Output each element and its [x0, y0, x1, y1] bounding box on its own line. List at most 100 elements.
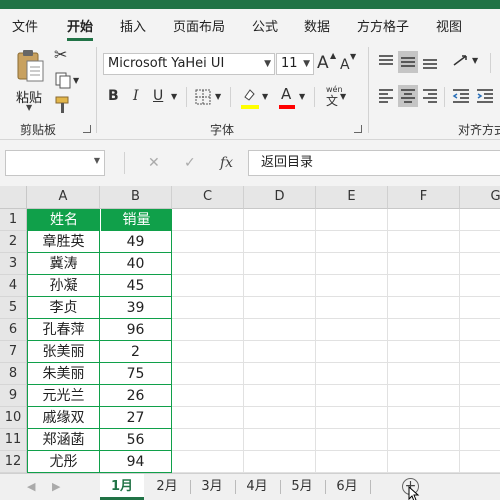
chevron-down-icon[interactable]: ▼: [171, 93, 177, 101]
table-cell-name[interactable]: 冀涛: [28, 253, 99, 275]
column-header-c[interactable]: C: [172, 186, 244, 209]
column-header-e[interactable]: E: [316, 186, 388, 209]
row-header[interactable]: 6: [0, 319, 27, 341]
increase-indent-icon[interactable]: [476, 88, 494, 104]
tab-insert[interactable]: 插入: [120, 16, 146, 35]
table-cell-name[interactable]: 孔春萍: [28, 319, 99, 341]
table-cell-sales[interactable]: 75: [100, 363, 171, 385]
top-align-icon[interactable]: [378, 54, 394, 70]
sheet-tab-apr[interactable]: 4月: [235, 474, 279, 500]
enter-icon[interactable]: ✓: [184, 156, 196, 170]
table-cell-name[interactable]: 郑涵菡: [28, 429, 99, 451]
center-align-icon[interactable]: [400, 88, 416, 104]
table-header-sales[interactable]: 销量: [100, 209, 172, 231]
tab-page-layout[interactable]: 页面布局: [173, 16, 225, 35]
chevron-down-icon: ▼: [303, 59, 310, 69]
bold-button[interactable]: B: [108, 89, 119, 103]
row-header[interactable]: 11: [0, 429, 27, 451]
tab-formulas[interactable]: 公式: [252, 16, 278, 35]
table-cell-sales[interactable]: 45: [100, 275, 171, 297]
table-cell-name[interactable]: 孙凝: [28, 275, 99, 297]
formula-input[interactable]: 返回目录: [248, 150, 500, 176]
table-cell-sales[interactable]: 40: [100, 253, 171, 275]
row-header[interactable]: 12: [0, 451, 27, 473]
bottom-align-icon[interactable]: [422, 54, 438, 70]
grow-font-icon[interactable]: A: [317, 55, 329, 72]
row-header[interactable]: 7: [0, 341, 27, 363]
row-header[interactable]: 4: [0, 275, 27, 297]
shrink-font-icon[interactable]: A: [340, 58, 350, 72]
font-name-select[interactable]: Microsoft YaHei UI ▼: [103, 53, 275, 75]
sheet-tab-feb[interactable]: 2月: [145, 474, 189, 500]
table-cell-sales[interactable]: 49: [100, 231, 171, 253]
chevron-down-icon[interactable]: ▼: [215, 93, 221, 101]
insert-function-icon[interactable]: fx: [220, 156, 233, 170]
tab-fangfang[interactable]: 方方格子: [357, 16, 409, 35]
font-color-icon[interactable]: A: [281, 87, 291, 102]
sheet-tab-may[interactable]: 5月: [280, 474, 324, 500]
row-header[interactable]: 5: [0, 297, 27, 319]
tab-data[interactable]: 数据: [304, 16, 330, 35]
sheet-tab-jan[interactable]: 1月: [100, 474, 144, 500]
font-size-select[interactable]: 11 ▼: [276, 53, 314, 75]
sheet-tab-jun[interactable]: 6月: [325, 474, 369, 500]
table-cell-name[interactable]: 朱美丽: [28, 363, 99, 385]
chevron-down-icon[interactable]: ▼: [472, 57, 478, 65]
chevron-down-icon[interactable]: ▼: [262, 93, 268, 101]
column-header-d[interactable]: D: [244, 186, 316, 209]
row-header[interactable]: 10: [0, 407, 27, 429]
font-launcher-icon[interactable]: [354, 125, 362, 133]
table-cell-name[interactable]: 李贞: [28, 297, 99, 319]
select-all-corner[interactable]: [0, 186, 27, 209]
row-header[interactable]: 8: [0, 363, 27, 385]
middle-align-icon[interactable]: [400, 54, 416, 70]
table-cell-name[interactable]: 元光兰: [28, 385, 99, 407]
table-cell-sales[interactable]: 27: [100, 407, 171, 429]
table-cell-sales[interactable]: 26: [100, 385, 171, 407]
italic-button[interactable]: I: [133, 89, 139, 103]
cut-icon[interactable]: ✂: [54, 47, 67, 63]
table-header-name[interactable]: 姓名: [28, 209, 100, 231]
table-cell-sales[interactable]: 39: [100, 297, 171, 319]
row-header[interactable]: 3: [0, 253, 27, 275]
table-cell-sales[interactable]: 96: [100, 319, 171, 341]
column-header-b[interactable]: B: [100, 186, 172, 209]
right-align-icon[interactable]: [422, 88, 438, 104]
cancel-icon[interactable]: ✕: [148, 156, 160, 170]
chevron-down-icon[interactable]: ▼: [299, 93, 305, 101]
left-align-icon[interactable]: [378, 88, 394, 104]
table-cell-sales[interactable]: 94: [100, 451, 171, 473]
tab-view[interactable]: 视图: [436, 16, 462, 35]
sheet-tab-mar[interactable]: 3月: [190, 474, 234, 500]
orientation-icon[interactable]: [452, 53, 470, 69]
borders-icon[interactable]: [195, 89, 211, 105]
table-cell-name[interactable]: 戚缘双: [28, 407, 99, 429]
row-header[interactable]: 1: [0, 209, 27, 231]
highlight-color-icon[interactable]: [241, 87, 259, 105]
tab-home[interactable]: 开始: [67, 16, 93, 35]
column-header-a[interactable]: A: [27, 186, 100, 209]
table-cell-name[interactable]: 尤彤: [28, 451, 99, 473]
underline-button[interactable]: U: [153, 89, 163, 103]
row-header[interactable]: 2: [0, 231, 27, 253]
chevron-down-icon[interactable]: ▼: [340, 93, 346, 101]
column-header-g[interactable]: G: [460, 186, 500, 209]
format-painter-icon[interactable]: [53, 95, 73, 115]
spreadsheet-grid[interactable]: A B C D E F G 1 2 3 4 5 6 7 8 9 10 11 12 姓名 销量 章胜英 4…: [0, 186, 500, 473]
table-cell-sales[interactable]: 2: [100, 341, 171, 363]
column-header-f[interactable]: F: [388, 186, 460, 209]
table-cell-name[interactable]: 张美丽: [28, 341, 99, 363]
name-box[interactable]: ▼: [5, 150, 105, 176]
table-cell-sales[interactable]: 56: [100, 429, 171, 451]
copy-dropdown-icon[interactable]: ▼: [73, 77, 79, 85]
decrease-indent-icon[interactable]: [452, 88, 470, 104]
grow-font-caret: ▲: [330, 51, 337, 60]
clipboard-launcher-icon[interactable]: [83, 125, 91, 133]
row-header[interactable]: 9: [0, 385, 27, 407]
paste-button[interactable]: 粘贴 ▼: [10, 47, 50, 112]
scroll-right-icon[interactable]: ▶: [52, 480, 60, 493]
table-cell-name[interactable]: 章胜英: [28, 231, 99, 253]
scroll-left-icon[interactable]: ◀: [27, 480, 35, 493]
tab-file[interactable]: 文件: [12, 16, 38, 35]
copy-icon[interactable]: [54, 71, 72, 89]
